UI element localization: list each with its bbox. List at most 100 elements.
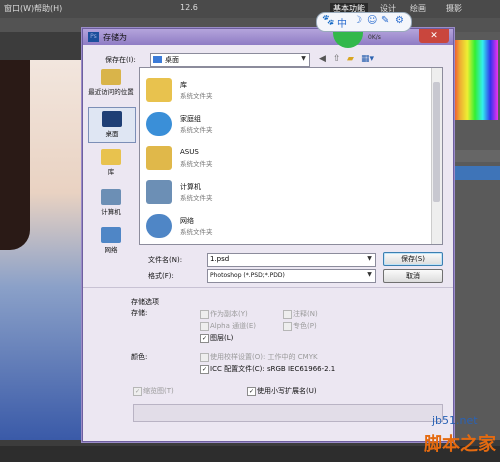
place-recent[interactable]: 最近访问的位置 [88,69,134,96]
watermark-url: jb51.net [432,414,478,427]
place-computer-label: 计算机 [101,208,121,216]
new-folder-icon[interactable]: ▰ [347,54,354,64]
homegroup-icon [146,112,172,136]
list-item[interactable]: ASUS 系统文件夹 [146,144,306,174]
as-copy-checkbox[interactable] [200,310,209,319]
paw-icon[interactable]: 🐾 [322,15,334,26]
photoshop-icon: Ps [88,32,99,42]
item-name: 网络 [180,217,194,225]
app-menu-bar: 窗口(W) 帮助(H) 12.6 基本功能 设计 绘画 摄影 [0,0,500,18]
smiley-icon[interactable]: ☺ [367,15,377,26]
selected-layer-row[interactable] [450,166,500,180]
pen-icon[interactable]: ✎ [381,15,389,26]
moon-icon[interactable]: ☽ [353,15,362,26]
list-item[interactable]: 家庭组 系统文件夹 [146,110,306,140]
thumbnail-label: 缩览图(T) [143,387,174,395]
watermark-logo: 脚本之家 [424,434,496,455]
place-desktop-label: 桌面 [105,130,119,138]
libraries-icon [101,149,121,165]
alpha-label: Alpha 通道(E) [210,322,257,330]
checkmark-icon: ✓ [201,366,208,373]
warning-area [133,404,443,422]
item-desc: 系统文件夹 [180,194,213,202]
annotations-label: 注释(N) [293,310,318,318]
cancel-button[interactable]: 取消 [383,269,443,283]
item-name: ASUS [180,148,199,156]
annotations-checkbox[interactable] [283,310,292,319]
spot-label: 专色(P) [293,322,317,330]
gear-icon[interactable]: ⚙ [395,15,404,26]
format-label: 格式(F): [148,272,174,280]
input-method-toolbar: 🐾 中 ☽ ☺ ✎ ⚙ [316,12,412,32]
file-list[interactable]: 库 系统文件夹 家庭组 系统文件夹 ASUS 系统文件夹 计算机 系统文件夹 网… [139,67,443,245]
desktop-folder-icon [153,56,162,63]
item-desc: 系统文件夹 [180,126,213,134]
spot-checkbox[interactable] [283,322,292,331]
checkmark-icon: ✓ [134,388,141,395]
menu-window[interactable]: 窗口(W) [4,3,34,14]
zoom-level: 12.6 [180,3,198,12]
layers-panel-header [450,150,500,162]
library-folder-icon [146,78,172,102]
save-as-dialog: Ps 存储为 ✕ 保存在(I): 桌面 ▼ ◀ ⇧ ▰ ▦▾ 最近访问的位置 桌… [82,28,454,442]
lowercase-ext-label: 使用小写扩展名(U) [257,387,317,395]
save-in-dropdown[interactable]: 桌面 ▼ [150,53,310,67]
menu-help[interactable]: 帮助(H) [34,3,62,14]
chevron-down-icon: ▼ [301,55,306,62]
place-network-label: 网络 [104,246,118,254]
chevron-down-icon[interactable]: ▼ [365,255,374,265]
alpha-checkbox[interactable] [200,322,209,331]
checkmark-icon: ✓ [201,335,208,342]
place-desktop[interactable]: 桌面 [88,107,136,143]
as-copy-label: 作为副本(Y) [210,310,248,318]
place-libraries-label: 库 [107,168,115,176]
filename-label: 文件名(N): [148,256,183,264]
color-label: 颜色: [131,353,148,361]
layers-checkbox[interactable]: ✓ [200,334,209,343]
workspace-tab-painting[interactable]: 绘画 [410,3,426,14]
thumbnail-checkbox[interactable]: ✓ [133,387,142,396]
item-desc: 系统文件夹 [180,92,213,100]
user-folder-icon [146,146,172,170]
lowercase-ext-checkbox[interactable]: ✓ [247,387,256,396]
download-speed: 0K/s [368,34,381,41]
back-icon[interactable]: ◀ [319,54,326,64]
swatches-panel[interactable] [452,40,498,120]
filename-input[interactable] [208,254,362,264]
item-name: 计算机 [180,183,201,191]
divider [83,287,453,288]
dialog-title: 存储为 [103,33,127,42]
network-icon [146,214,172,238]
format-dropdown[interactable]: Photoshop (*.PSD;*.PDD) ▼ [207,269,376,283]
save-button[interactable]: 保存(S) [383,252,443,266]
list-item[interactable]: 计算机 系统文件夹 [146,178,306,208]
storage-label: 存储: [131,309,148,317]
layers-label: 图层(L) [210,334,234,342]
network-icon [101,227,121,243]
computer-icon [146,180,172,204]
place-network[interactable]: 网络 [88,227,134,254]
list-item[interactable]: 库 系统文件夹 [146,76,306,106]
place-computer[interactable]: 计算机 [88,189,134,216]
icc-checkbox[interactable]: ✓ [200,365,209,374]
use-proof-label: 使用校样设置(O): 工作中的 CMYK [210,353,318,361]
item-name: 家庭组 [180,115,201,123]
list-item[interactable]: 网络 系统文件夹 [146,212,306,242]
place-libraries[interactable]: 库 [88,149,134,176]
icc-label: ICC 配置文件(C): sRGB IEC61966-2.1 [210,365,336,373]
up-folder-icon[interactable]: ⇧ [333,54,341,64]
item-desc: 系统文件夹 [180,228,213,236]
use-proof-checkbox[interactable] [200,353,209,362]
checkmark-icon: ✓ [248,388,255,395]
close-button[interactable]: ✕ [419,29,449,43]
scrollbar-thumb[interactable] [433,82,440,202]
chevron-down-icon: ▼ [367,271,372,278]
chinese-input-icon[interactable]: 中 [337,15,347,30]
place-recent-label: 最近访问的位置 [88,88,134,96]
view-menu-icon[interactable]: ▦▾ [361,54,374,64]
workspace-tab-photography[interactable]: 摄影 [446,3,462,14]
file-list-scrollbar[interactable] [431,68,442,244]
item-name: 库 [180,81,187,89]
filename-field[interactable]: ▼ [207,253,376,267]
canvas-photo [0,60,82,440]
